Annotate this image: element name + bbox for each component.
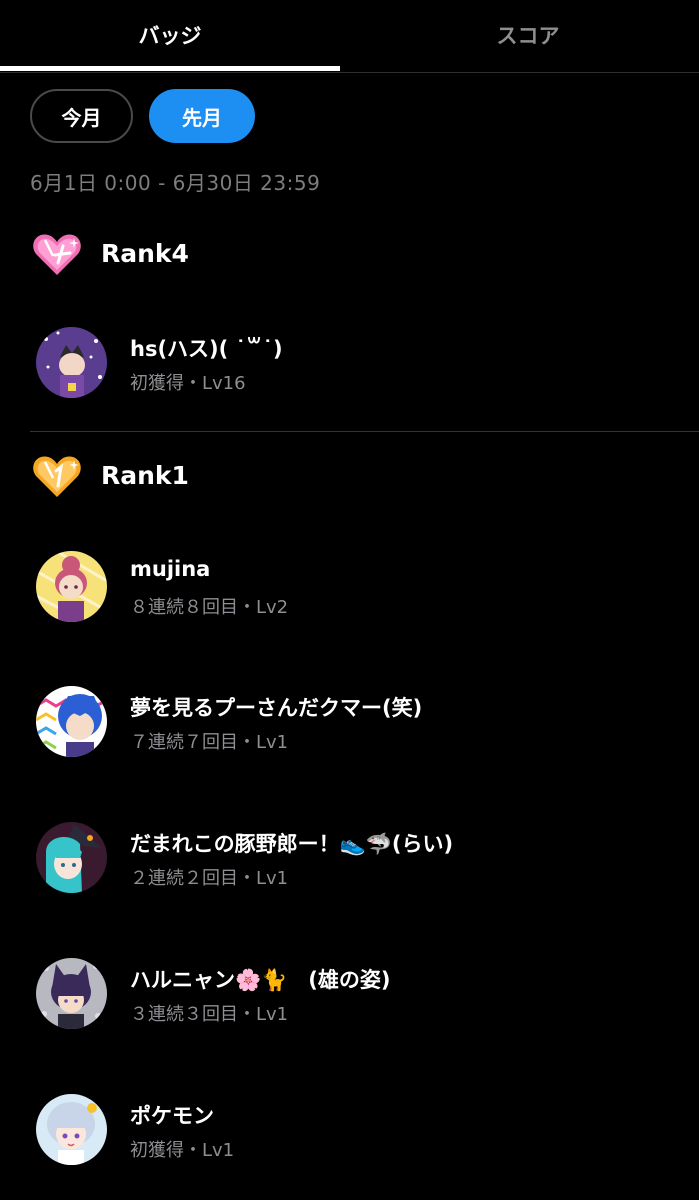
rank-title: Rank1 <box>101 460 189 490</box>
user-meta: ７連続７回目・Lv1 <box>130 732 289 753</box>
teal-hair-witch-avatar <box>36 822 107 893</box>
last-month-button[interactable]: 先月 <box>149 89 255 143</box>
orange-heart-1-icon <box>33 456 81 497</box>
user-name: 夢を見るプーさんだクマー(笑) <box>130 696 423 720</box>
rank-title: Rank4 <box>101 238 189 268</box>
user-name: mujina <box>130 557 211 581</box>
last-month-label: 先月 <box>182 105 222 130</box>
period-range: 6月1日 0:00 - 6月30日 23:59 <box>30 171 321 195</box>
pink-hair-character-avatar <box>36 551 107 622</box>
user-meta: 初獲得・Lv16 <box>130 373 246 394</box>
active-tab-indicator <box>0 66 340 71</box>
this-month-label: 今月 <box>61 105 102 130</box>
user-name: だまれこの豚野郎ー！👟🦈(らい) <box>130 832 454 856</box>
list-item[interactable]: ハルニャン🌸🐈 (雄の姿) ３連続３回目・Lv1 <box>36 958 676 1030</box>
list-item[interactable]: ポケモン 初獲得・Lv1 <box>36 1094 676 1166</box>
cat-ears-character-avatar <box>36 958 107 1029</box>
list-item[interactable]: hs(ハス)( ˙꒳˙) 初獲得・Lv16 <box>36 327 676 399</box>
user-meta: 初獲得・Lv1 <box>130 1140 235 1161</box>
user-name: ポケモン <box>130 1104 214 1128</box>
tab-bar: バッジ スコア <box>0 0 699 73</box>
rank-header-rank4: Rank4 <box>30 226 189 280</box>
list-item[interactable]: mujina ８連続８回目・Lv2 <box>36 551 676 623</box>
section-divider <box>30 431 699 432</box>
tab-score[interactable]: スコア <box>358 0 698 70</box>
pink-heart-4-icon <box>33 234 81 275</box>
tab-badges[interactable]: バッジ <box>0 0 340 70</box>
user-meta: ２連続２回目・Lv1 <box>130 868 289 889</box>
silver-hair-character-avatar <box>36 1094 107 1165</box>
purple-character-avatar <box>36 327 107 398</box>
list-item[interactable]: 夢を見るプーさんだクマー(笑) ７連続７回目・Lv1 <box>36 686 676 758</box>
user-name: ハルニャン🌸🐈 (雄の姿) <box>130 968 391 992</box>
blue-hair-character-avatar <box>36 686 107 757</box>
user-meta: ３連続３回目・Lv1 <box>130 1004 289 1025</box>
this-month-button[interactable]: 今月 <box>30 89 133 143</box>
user-meta: ８連続８回目・Lv2 <box>130 597 289 618</box>
list-item[interactable]: だまれこの豚野郎ー！👟🦈(らい) ２連続２回目・Lv1 <box>36 822 676 894</box>
tab-badges-label: バッジ <box>138 24 202 48</box>
tab-score-label: スコア <box>496 24 560 48</box>
rank-header-rank1: Rank1 <box>30 448 189 502</box>
user-name: hs(ハス)( ˙꒳˙) <box>130 337 283 361</box>
